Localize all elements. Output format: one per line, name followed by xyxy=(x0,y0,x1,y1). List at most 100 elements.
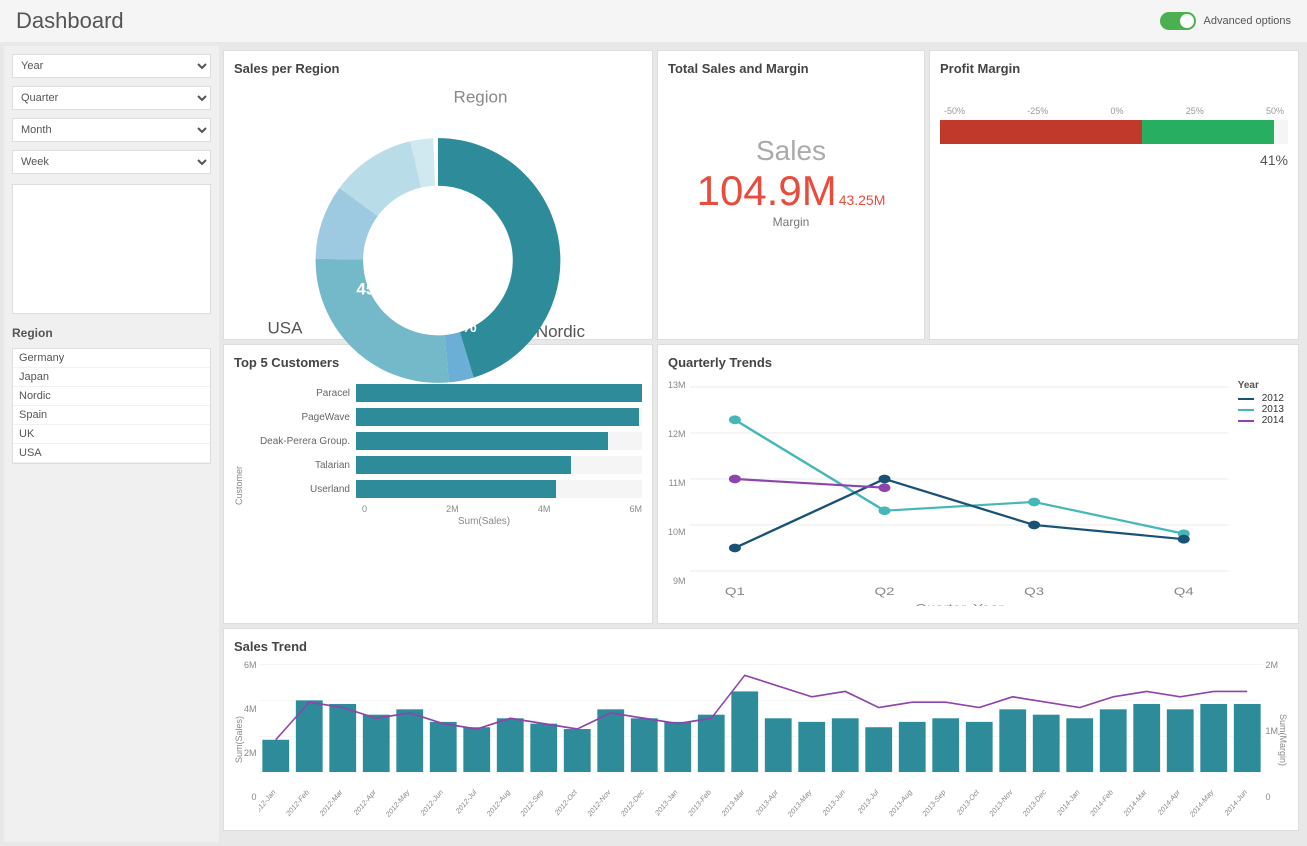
bar-fill xyxy=(356,456,571,474)
svg-text:2014-Feb: 2014-Feb xyxy=(1088,787,1114,818)
svg-text:2012-Jun: 2012-Jun xyxy=(419,787,444,817)
quarterly-chart-area: 13M 12M 11M 10M 9M xyxy=(668,376,1288,606)
region-item-spain[interactable]: Spain xyxy=(13,406,210,425)
y-tick-10m: 10M xyxy=(668,527,686,537)
margin-scale: -50% -25% 0% 25% 50% xyxy=(940,106,1288,116)
bar-wrapper xyxy=(356,408,642,426)
bar-fill xyxy=(356,480,556,498)
trend-bar xyxy=(1200,704,1227,772)
series-2014-dot-q2 xyxy=(878,483,890,492)
advanced-options-label: Advanced options xyxy=(1204,15,1291,27)
margin-bar-green xyxy=(1142,120,1274,144)
quarterly-legend: Year 2012 2013 2014 xyxy=(1238,380,1284,426)
sales-region-title: Sales per Region xyxy=(234,61,642,76)
quarterly-trends-panel: Quarterly Trends 13M 12M 11M 10M 9M xyxy=(657,344,1299,624)
trend-bar xyxy=(1166,709,1193,772)
margin-label: Margin xyxy=(773,215,810,229)
series-2012-dot-q4 xyxy=(1177,535,1189,544)
top5-y-axis-label: Customer xyxy=(234,466,244,505)
sales-value: 104.9M xyxy=(697,167,837,215)
trend-bar xyxy=(1032,715,1059,772)
bar-fill xyxy=(356,408,639,426)
trend-bar xyxy=(630,718,657,772)
trend-bar xyxy=(1133,704,1160,772)
trend-bar xyxy=(1066,718,1093,772)
svg-text:Nordic: Nordic xyxy=(536,322,586,341)
region-item-japan[interactable]: Japan xyxy=(13,368,210,387)
region-item-germany[interactable]: Germany xyxy=(13,349,210,368)
bar-wrapper xyxy=(356,480,642,498)
svg-text:Q3: Q3 xyxy=(1024,585,1044,598)
trend-bar xyxy=(597,709,624,772)
quarter-select[interactable]: Quarter xyxy=(12,86,211,110)
trend-bar xyxy=(965,722,992,772)
trend-bar xyxy=(932,718,959,772)
top-row: Sales per Region Region Spain UK Nordic … xyxy=(223,50,1299,340)
region-item-usa[interactable]: USA xyxy=(13,444,210,463)
bar-fill xyxy=(356,384,642,402)
trend-bar xyxy=(798,722,825,772)
region-list: Germany Japan Nordic Spain UK USA xyxy=(12,348,211,464)
region-item-nordic[interactable]: Nordic xyxy=(13,387,210,406)
svg-text:2012-Oct: 2012-Oct xyxy=(553,787,578,817)
series-2013-dot-q2 xyxy=(878,506,890,515)
series-2012-dot-q2 xyxy=(878,475,890,484)
year-select[interactable]: Year xyxy=(12,54,211,78)
margin-bar-red xyxy=(940,120,1142,144)
customer-bar-row: Userland xyxy=(246,480,642,498)
region-item-uk[interactable]: UK xyxy=(13,425,210,444)
svg-text:2012-Mar: 2012-Mar xyxy=(318,787,344,818)
main-layout: Year Quarter Month Week Region Germany J… xyxy=(0,42,1307,846)
svg-text:Q4: Q4 xyxy=(1173,585,1193,598)
trend-bar xyxy=(697,715,724,772)
week-select[interactable]: Week xyxy=(12,150,211,174)
scale-25: 25% xyxy=(1186,106,1204,116)
advanced-options-toggle[interactable] xyxy=(1160,12,1196,30)
legend-2013-label: 2013 xyxy=(1262,404,1284,415)
legend-2014-label: 2014 xyxy=(1262,415,1284,426)
trend-svg-container: 2012-Jan2012-Feb2012-Mar2012-Apr2012-May… xyxy=(259,660,1264,820)
svg-text:2012-Nov: 2012-Nov xyxy=(585,787,611,819)
quarter-filter: Quarter xyxy=(12,86,211,110)
svg-text:2012-Jul: 2012-Jul xyxy=(454,787,478,816)
series-2014-dot-q1 xyxy=(728,475,740,484)
svg-text:2013-Feb: 2013-Feb xyxy=(686,787,712,818)
app-header: Dashboard Advanced options xyxy=(0,0,1307,42)
quarterly-svg-container: Q1 Q2 Q3 Q4 xyxy=(690,376,1288,606)
sidebar: Year Quarter Month Week Region Germany J… xyxy=(4,46,219,842)
dashboard-title: Dashboard xyxy=(16,8,124,34)
top5-x-axis-label: Sum(Sales) xyxy=(246,516,642,527)
svg-text:2012-Sep: 2012-Sep xyxy=(518,787,544,818)
svg-text:2014-Mar: 2014-Mar xyxy=(1122,787,1148,818)
trend-bar xyxy=(1099,709,1126,772)
trend-bar xyxy=(530,724,557,772)
legend-2013: 2013 xyxy=(1238,404,1284,415)
series-2012-line xyxy=(734,479,1183,548)
svg-text:2012-Aug: 2012-Aug xyxy=(485,787,511,818)
svg-text:2013-Aug: 2013-Aug xyxy=(887,787,913,818)
customer-bar-row: Deak-Perera Group. xyxy=(246,432,642,450)
scale-50: 50% xyxy=(1266,106,1284,116)
svg-text:2013-Jul: 2013-Jul xyxy=(856,787,880,816)
svg-text:2012-Feb: 2012-Feb xyxy=(284,787,310,818)
svg-text:2014-May: 2014-May xyxy=(1188,787,1215,819)
y-left-0: 0 xyxy=(252,792,257,802)
svg-text:2013-Dec: 2013-Dec xyxy=(1021,787,1047,819)
y-tick-9m: 9M xyxy=(673,576,686,586)
trend-bar xyxy=(463,727,490,772)
y-tick-11m: 11M xyxy=(669,478,686,488)
scale-neg25: -25% xyxy=(1027,106,1048,116)
filter-list-area xyxy=(12,184,211,314)
trend-y-left-label-container: Sum(Sales) xyxy=(234,660,244,820)
trend-y-ticks-right: 2M 1M 0 xyxy=(1263,660,1278,820)
svg-text:Q2: Q2 xyxy=(874,585,894,598)
sales-trend-chart-area: Sum(Sales) 6M 4M 2M 0 2012-Jan2012-Feb20… xyxy=(234,660,1288,820)
svg-text:2012-May: 2012-May xyxy=(384,787,411,819)
series-2014-line xyxy=(734,479,884,488)
trend-bar xyxy=(764,718,791,772)
y-right-2m: 2M xyxy=(1265,660,1278,670)
profit-margin-panel: Profit Margin -50% -25% 0% 25% 50% 41% xyxy=(929,50,1299,340)
margin-percent-value: 41% xyxy=(940,152,1288,168)
month-select[interactable]: Month xyxy=(12,118,211,142)
profit-margin-title: Profit Margin xyxy=(940,61,1288,76)
